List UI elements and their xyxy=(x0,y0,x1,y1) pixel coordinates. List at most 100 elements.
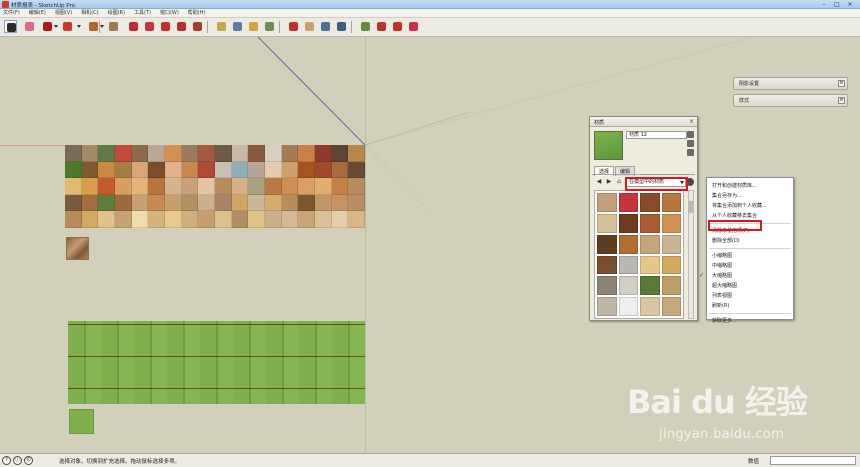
materials-titlebar[interactable]: 材质 × xyxy=(590,117,697,127)
context-menu-item[interactable]: 打开和创建材质库... xyxy=(707,181,793,191)
material-thumbnail[interactable] xyxy=(618,255,638,275)
material-thumbnail[interactable] xyxy=(618,297,638,316)
context-menu-item[interactable]: 集合另存为... xyxy=(707,191,793,201)
menu-item[interactable]: 工具(T) xyxy=(134,9,151,18)
pencil-tool-icon[interactable] xyxy=(41,20,54,33)
material-swatch[interactable] xyxy=(114,194,132,212)
sample-paint-icon[interactable] xyxy=(687,149,694,156)
material-swatch[interactable] xyxy=(314,178,332,195)
material-thumbnail[interactable] xyxy=(597,297,617,316)
context-menu-item[interactable]: ✓ 大缩略图 xyxy=(699,271,793,281)
material-swatch[interactable] xyxy=(131,161,149,179)
material-swatch[interactable] xyxy=(248,145,265,162)
menu-item[interactable]: 窗口(W) xyxy=(160,9,179,18)
tray-menu-button[interactable]: ≡ xyxy=(838,80,845,87)
context-menu-item[interactable]: 刷新(R) xyxy=(707,301,793,311)
material-thumbnail[interactable] xyxy=(597,255,617,275)
material-swatch[interactable] xyxy=(65,161,82,179)
material-swatch[interactable] xyxy=(98,211,115,228)
material-swatch[interactable] xyxy=(231,194,249,212)
material-swatch[interactable] xyxy=(81,161,99,179)
context-menu-item[interactable]: 中缩略图 xyxy=(707,261,793,271)
create-material-icon[interactable] xyxy=(687,131,694,138)
material-thumbnail[interactable] xyxy=(597,276,617,296)
layout-send-icon[interactable] xyxy=(407,20,420,33)
material-thumbnail[interactable] xyxy=(618,213,638,233)
material-thumbnail[interactable] xyxy=(640,213,660,233)
scroll-thumb[interactable] xyxy=(689,201,693,213)
context-menu-item[interactable]: 小缩略图 xyxy=(707,251,793,261)
material-swatch[interactable] xyxy=(164,161,182,179)
eraser-tool-icon[interactable] xyxy=(23,20,36,33)
material-thumbnail[interactable] xyxy=(618,234,638,254)
material-thumbnail[interactable] xyxy=(618,276,638,296)
arc-tool-icon[interactable] xyxy=(61,20,74,33)
material-swatch[interactable] xyxy=(264,145,282,162)
material-swatch[interactable] xyxy=(314,161,332,179)
menu-item[interactable]: 相机(C) xyxy=(81,9,98,18)
warehouse-icon[interactable] xyxy=(359,20,372,33)
materials-scrollbar[interactable] xyxy=(688,190,694,319)
material-swatch[interactable] xyxy=(131,211,149,228)
context-menu-item[interactable]: 超大缩略图 xyxy=(707,281,793,291)
material-swatch[interactable] xyxy=(348,161,365,179)
menu-item[interactable]: 视图(V) xyxy=(55,9,72,18)
material-swatch[interactable] xyxy=(214,145,232,162)
material-swatch[interactable] xyxy=(114,211,132,228)
material-swatch[interactable] xyxy=(98,161,115,179)
material-swatch[interactable] xyxy=(298,145,315,162)
offset-tool-icon[interactable] xyxy=(175,20,188,33)
material-name-field[interactable]: 材质 12 xyxy=(626,131,687,139)
copyright-icon[interactable]: © xyxy=(24,456,33,465)
material-thumbnail[interactable] xyxy=(640,276,660,296)
share-model-icon[interactable] xyxy=(375,20,388,33)
orbit-tool-icon[interactable] xyxy=(287,20,300,33)
material-swatch[interactable] xyxy=(198,194,215,212)
material-thumbnails[interactable] xyxy=(594,190,684,319)
material-thumbnail[interactable] xyxy=(661,297,681,316)
material-swatch[interactable] xyxy=(331,211,349,228)
material-swatch[interactable] xyxy=(81,211,99,228)
material-swatch[interactable] xyxy=(131,145,149,162)
material-thumbnail[interactable] xyxy=(661,193,681,212)
context-menu-item[interactable]: 将集合添加到个人收藏... xyxy=(707,201,793,211)
material-thumbnail[interactable] xyxy=(597,234,617,254)
material-swatch[interactable] xyxy=(281,211,299,228)
material-swatch[interactable] xyxy=(264,211,282,228)
material-thumbnail[interactable] xyxy=(640,297,660,316)
material-swatch[interactable] xyxy=(81,178,99,195)
material-swatch[interactable] xyxy=(331,194,349,212)
material-swatch[interactable] xyxy=(231,145,249,162)
tray-shadow-settings[interactable]: 阴影设置 ≡ xyxy=(733,77,848,90)
material-swatch[interactable] xyxy=(248,211,265,228)
context-menu-item[interactable]: 列表视图 xyxy=(707,291,793,301)
material-swatch[interactable] xyxy=(298,178,315,195)
material-swatch[interactable] xyxy=(331,145,349,162)
material-swatch[interactable] xyxy=(181,194,199,212)
material-swatch[interactable] xyxy=(348,178,365,195)
material-swatch[interactable] xyxy=(198,145,215,162)
material-thumbnail[interactable] xyxy=(640,234,660,254)
material-swatch[interactable] xyxy=(148,178,165,195)
home-icon[interactable]: ⌂ xyxy=(615,178,623,186)
material-swatch[interactable] xyxy=(148,211,165,228)
material-swatch[interactable] xyxy=(164,178,182,195)
material-swatch[interactable] xyxy=(198,211,215,228)
dimension-tool-icon[interactable] xyxy=(231,20,244,33)
material-swatch[interactable] xyxy=(231,161,249,179)
move-tool-icon[interactable] xyxy=(127,20,140,33)
material-swatch[interactable] xyxy=(298,161,315,179)
material-swatch[interactable] xyxy=(65,178,82,195)
material-swatch[interactable] xyxy=(348,194,365,212)
material-swatch[interactable] xyxy=(314,194,332,212)
back-arrow-icon[interactable]: ◀ xyxy=(595,178,603,186)
context-menu-item[interactable]: 获取更多... xyxy=(707,316,793,326)
help-icon[interactable]: ? xyxy=(2,456,11,465)
material-thumbnail[interactable] xyxy=(618,193,638,212)
material-swatch[interactable] xyxy=(198,161,215,179)
maximize-button[interactable]: □ xyxy=(833,1,841,8)
material-thumbnail[interactable] xyxy=(597,193,617,212)
materials-close-button[interactable]: × xyxy=(689,118,694,125)
zoom-extents-icon[interactable] xyxy=(335,20,348,33)
tape-measure-icon[interactable] xyxy=(215,20,228,33)
